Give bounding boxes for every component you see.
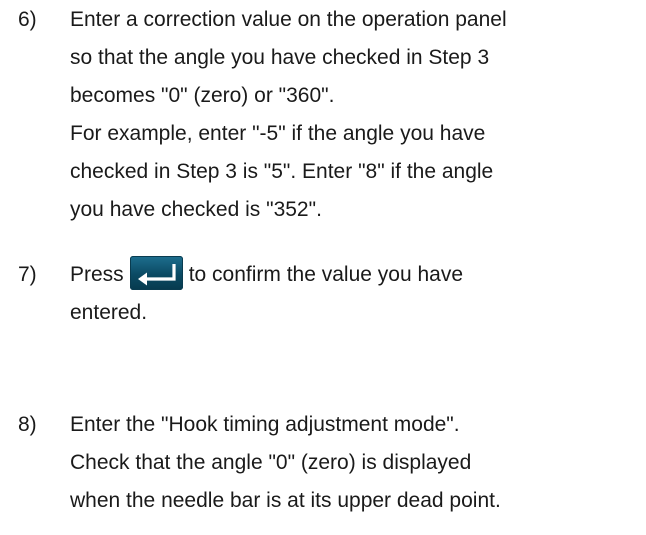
step-line: you have checked is "352". <box>70 198 322 221</box>
step-line: Check that the angle "0" (zero) is displ… <box>70 451 472 474</box>
step-line: becomes "0" (zero) or "360". <box>70 84 335 107</box>
step-number: 7) <box>18 263 37 286</box>
step-text: Enter the "Hook timing adjustment mode".… <box>70 406 640 520</box>
step-line: Enter a correction value on the operatio… <box>70 8 507 31</box>
step-line: For example, enter "-5" if the angle you… <box>70 122 486 145</box>
step-line: Press to confirm the value you have <box>70 256 640 294</box>
step-line: when the needle bar is at its upper dead… <box>70 489 501 512</box>
step-line: checked in Step 3 is "5". Enter "8" if t… <box>70 160 494 183</box>
step-text: Enter a correction value on the operatio… <box>70 1 640 229</box>
step-line: Enter the "Hook timing adjustment mode". <box>70 413 460 436</box>
step-text-before-icon: Press <box>70 263 124 286</box>
step-line: entered. <box>70 301 148 324</box>
step-text-after-icon: to confirm the value you have <box>188 263 464 286</box>
step-line: so that the angle you have checked in St… <box>70 46 490 69</box>
enter-key-icon <box>129 256 183 291</box>
step-number: 6) <box>18 8 37 31</box>
step-number: 8) <box>18 413 37 436</box>
step-text: Press to confirm the value you have ente… <box>70 256 640 332</box>
